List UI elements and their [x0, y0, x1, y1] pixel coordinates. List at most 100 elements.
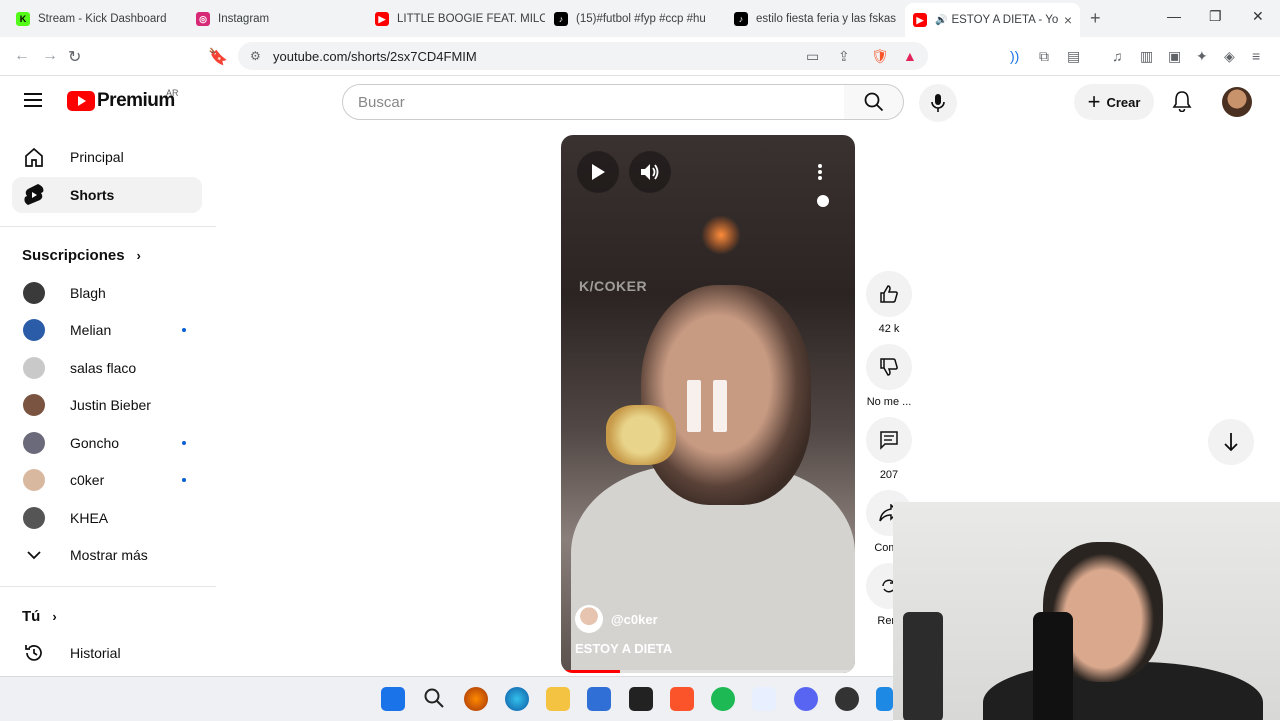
dislike-button[interactable]: No me ...	[866, 344, 912, 408]
sidebar-icon[interactable]: ▥	[1140, 48, 1153, 65]
tiktok-icon: ♪	[554, 12, 568, 26]
volume-icon	[641, 164, 659, 180]
sidebar-channel[interactable]: Blagh	[12, 275, 202, 311]
comment-icon	[880, 431, 898, 450]
shorts-video-player[interactable]: K/COKER @c0ker ESTOY A DIETA	[561, 135, 855, 673]
search-input[interactable]: Buscar	[342, 84, 845, 120]
tab-title: Stream - Kick Dashboard	[38, 13, 167, 25]
edge-icon[interactable]	[505, 687, 529, 711]
store-icon[interactable]	[587, 687, 611, 711]
like-button[interactable]: 42 k	[866, 271, 912, 335]
site-settings-icon[interactable]: ⚙	[250, 49, 261, 63]
history-icon	[22, 642, 46, 664]
sidebar-item-principal[interactable]: Principal	[12, 139, 202, 175]
windows-start-icon[interactable]	[381, 687, 405, 711]
notes-app-icon[interactable]	[629, 687, 653, 711]
spotify-icon[interactable]	[711, 687, 735, 711]
wallet-icon[interactable]: ▣	[1168, 48, 1181, 65]
reload-button[interactable]: ↻	[68, 47, 81, 67]
file-explorer-icon[interactable]	[546, 687, 570, 711]
divider	[0, 226, 216, 227]
taskbar-app-icon[interactable]	[876, 687, 893, 711]
video-progress-bar[interactable]	[561, 670, 855, 673]
discord-icon[interactable]	[794, 687, 818, 711]
reader-icon[interactable]: ▤	[1067, 48, 1080, 65]
voice-search-button[interactable]	[919, 84, 957, 122]
audio-wave-icon[interactable]: ))	[1010, 48, 1019, 64]
sidebar-channel[interactable]: KHEA	[12, 500, 202, 536]
hamburger-menu-icon[interactable]	[24, 93, 42, 107]
window-close-button[interactable]: ✕	[1252, 8, 1264, 25]
sidebar-item-shorts[interactable]: Shorts	[12, 177, 202, 213]
youtube-icon: ▶	[375, 12, 389, 26]
menu-icon[interactable]: ≡	[1252, 48, 1260, 64]
subscriptions-title: Suscripciones	[22, 247, 125, 264]
comments-button[interactable]: 207	[866, 417, 912, 481]
volume-button[interactable]	[629, 151, 671, 193]
pause-overlay-icon[interactable]	[687, 380, 727, 432]
channel-avatar	[23, 507, 45, 529]
cast-icon[interactable]: ▭	[806, 48, 819, 65]
short-channel[interactable]: @c0ker	[575, 605, 658, 633]
account-avatar[interactable]	[1222, 87, 1252, 117]
tab-instagram[interactable]: ◎ Instagram	[188, 6, 366, 32]
taskbar-search-icon[interactable]	[423, 687, 447, 711]
obs-icon[interactable]	[835, 687, 859, 711]
tab-youtube-estoy-a-dieta[interactable]: ▶ 🔊 ESTOY A DIETA - Yo ×	[905, 3, 1080, 37]
share-icon[interactable]: ⇪	[838, 48, 850, 65]
minimize-button[interactable]: —	[1167, 8, 1181, 24]
channel-avatar	[23, 469, 45, 491]
channel-name: KHEA	[70, 510, 109, 526]
notifications-bell-icon[interactable]	[1172, 90, 1192, 117]
bookmark-icon[interactable]: 🔖	[208, 47, 228, 67]
restore-button[interactable]: ❐	[1209, 8, 1222, 25]
search-button[interactable]	[844, 84, 904, 120]
tab-tiktok-futbol[interactable]: ♪ (15)#futbol #fyp #ccp #hu	[546, 6, 724, 32]
tiktok-icon: ♪	[734, 12, 748, 26]
sidebar-channel[interactable]: Justin Bieber	[12, 387, 202, 423]
dislike-label: No me ...	[866, 396, 912, 408]
tab-close-icon[interactable]: ×	[1064, 12, 1072, 28]
new-content-dot	[182, 328, 186, 332]
video-watermark: K/COKER	[579, 278, 648, 294]
extensions-icon[interactable]: ⧉	[1039, 48, 1049, 65]
create-button[interactable]: + Crear	[1074, 84, 1154, 120]
url-field[interactable]: ⚙ youtube.com/shorts/2sx7CD4FMIM	[238, 42, 928, 70]
tab-tiktok-fiesta[interactable]: ♪ estilo fiesta feria y las fskas	[726, 6, 904, 32]
vpn-icon[interactable]: ◈	[1224, 48, 1235, 65]
new-content-dot	[182, 478, 186, 482]
sidebar-channel[interactable]: Goncho	[12, 425, 202, 461]
tab-title: (15)#futbol #fyp #ccp #hu	[576, 13, 706, 25]
back-button[interactable]: ←	[14, 47, 30, 65]
youtube-premium-logo[interactable]: Premium AR	[67, 88, 179, 112]
microphone-icon	[931, 94, 945, 112]
next-short-button[interactable]	[1208, 419, 1254, 465]
leo-ai-icon[interactable]: ✦	[1196, 48, 1208, 65]
show-more-button[interactable]: Mostrar más	[12, 537, 202, 573]
app-diamond-icon[interactable]	[752, 687, 776, 711]
tab-youtube-little-boogie[interactable]: ▶ LITTLE BOOGIE FEAT. MILO	[367, 6, 545, 32]
play-button[interactable]	[577, 151, 619, 193]
sidebar-channel[interactable]: Melian	[12, 312, 202, 348]
create-label: Crear	[1106, 94, 1141, 110]
sidebar-item-historial[interactable]: Historial	[12, 635, 202, 671]
brave-browser-icon[interactable]	[670, 687, 694, 711]
brave-rewards-icon[interactable]: ▲	[903, 48, 917, 64]
you-section-header[interactable]: Tú ›	[22, 608, 57, 625]
new-tab-button[interactable]: +	[1090, 8, 1101, 29]
media-icon[interactable]: ♫	[1112, 48, 1123, 64]
search-icon	[864, 92, 883, 112]
channel-name: Blagh	[70, 285, 106, 301]
channel-name: c0ker	[70, 472, 105, 488]
brave-shields-icon[interactable]: 🛡	[871, 48, 889, 65]
fl-studio-icon[interactable]	[464, 687, 488, 711]
subscriptions-header[interactable]: Suscripciones ›	[22, 247, 141, 264]
more-options-icon[interactable]	[817, 163, 823, 186]
forward-button[interactable]: →	[42, 47, 58, 65]
channel-avatar	[23, 319, 45, 341]
audio-playing-icon: 🔊	[935, 14, 948, 26]
youtube-header: Premium AR Buscar + Crear	[0, 75, 1280, 131]
sidebar-channel[interactable]: c0ker	[12, 462, 202, 498]
sidebar-channel[interactable]: salas flaco	[12, 350, 202, 386]
tab-kick-dashboard[interactable]: K Stream - Kick Dashboard	[8, 6, 188, 32]
